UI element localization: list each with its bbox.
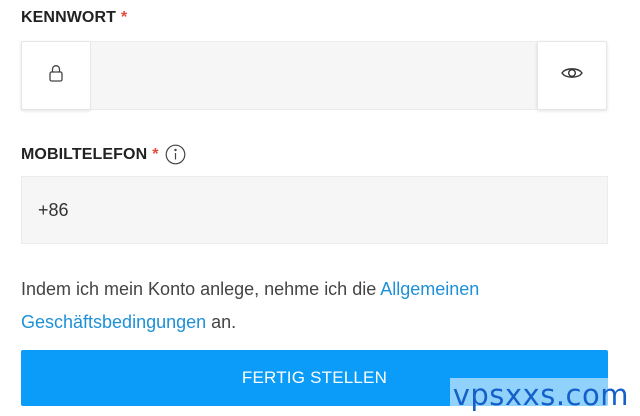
password-input[interactable] [91, 41, 537, 110]
country-code: +86 [38, 199, 69, 220]
terms-notice: Indem ich mein Konto anlege, nehme ich d… [21, 273, 621, 339]
mobile-phone-field[interactable]: +86 [21, 176, 608, 244]
mobile-label: MOBILTELEFON * [21, 144, 186, 165]
eye-icon [561, 66, 583, 85]
watermark: vpsxxs.com [449, 378, 632, 412]
terms-text-before: Indem ich mein Konto anlege, nehme ich d… [21, 279, 381, 299]
show-password-button[interactable] [537, 41, 607, 110]
info-icon[interactable] [165, 144, 186, 165]
lock-icon [49, 64, 63, 87]
password-label-text: KENNWORT [21, 9, 117, 26]
lock-icon-box [21, 41, 91, 110]
mobile-label-text: MOBILTELEFON [21, 145, 148, 163]
required-asterisk: * [121, 9, 128, 26]
password-field-group [21, 41, 607, 110]
required-asterisk: * [152, 145, 159, 163]
terms-text-after: an. [206, 312, 237, 332]
password-label: KENNWORT * [21, 9, 127, 27]
